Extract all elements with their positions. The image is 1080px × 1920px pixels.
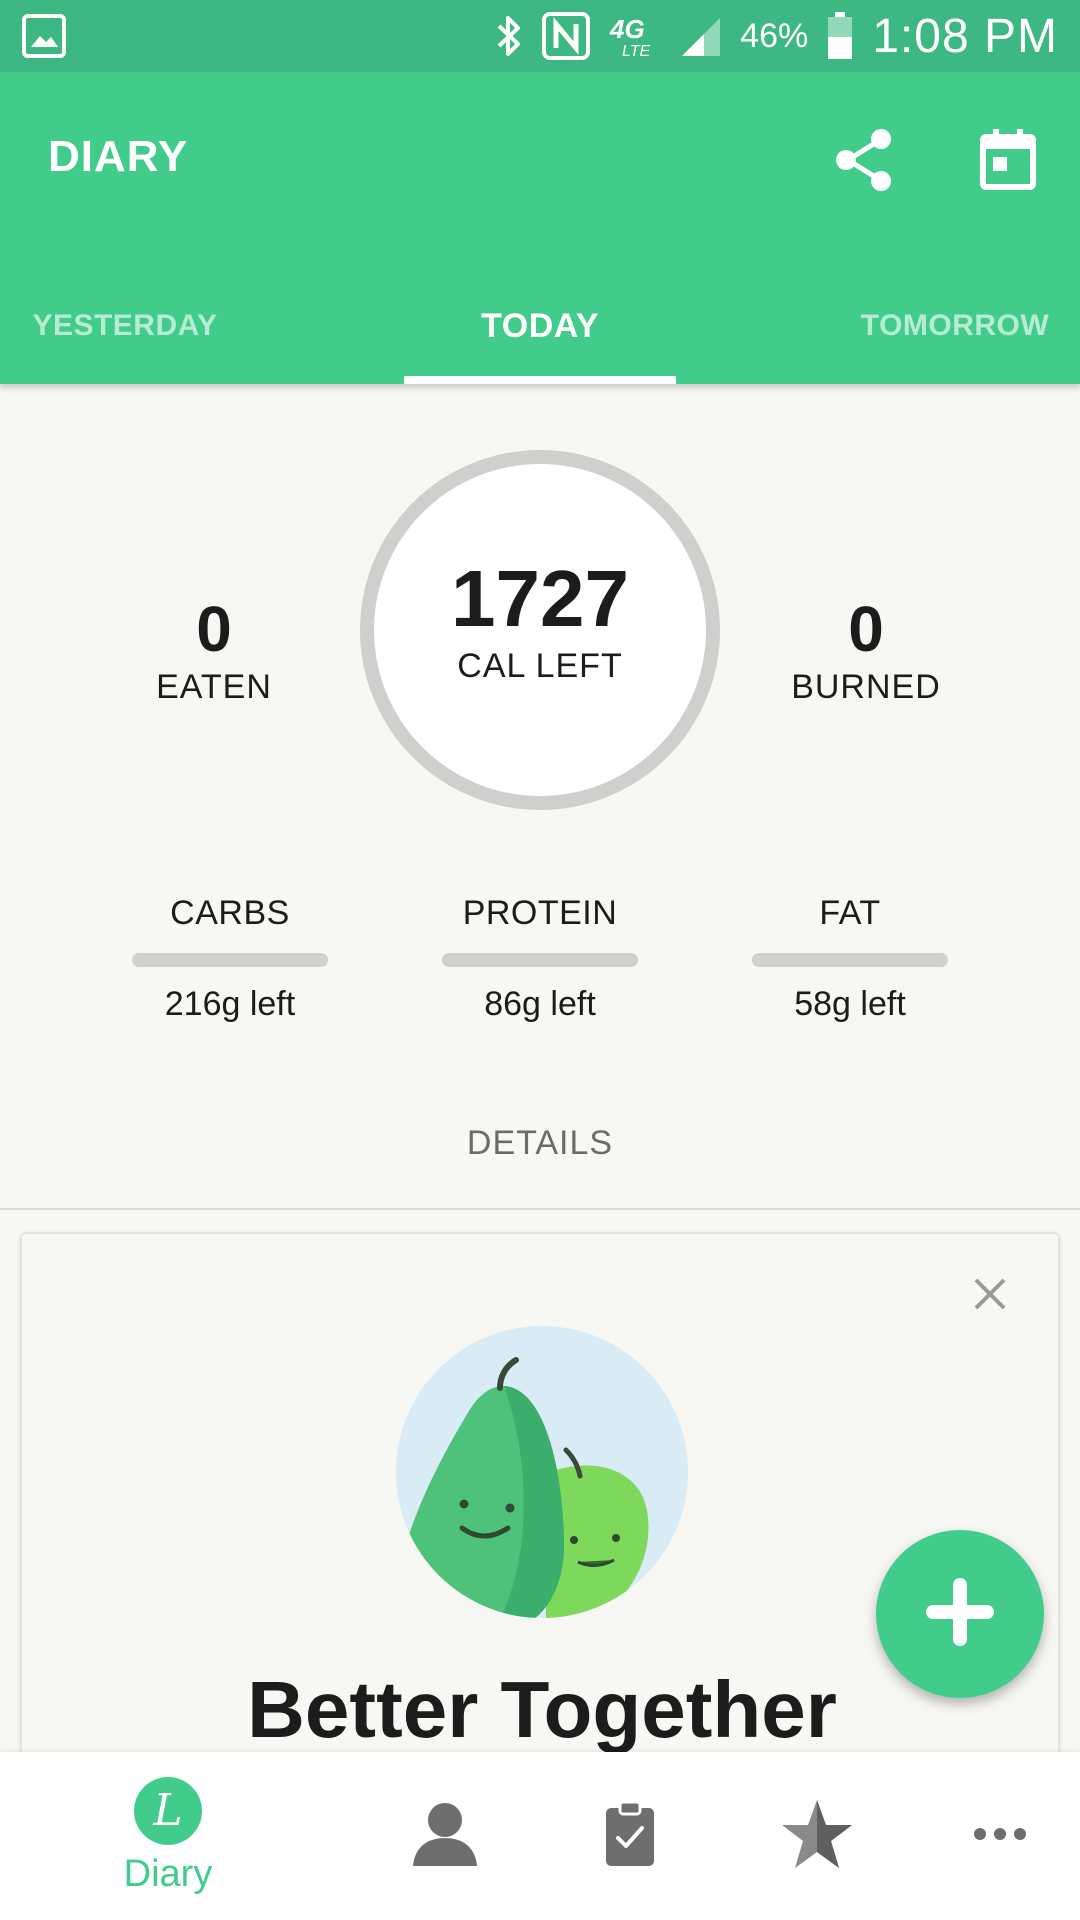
burned-stat: 0 BURNED xyxy=(746,594,986,707)
share-button[interactable] xyxy=(824,122,904,202)
macro-progress-bar xyxy=(752,953,948,967)
status-time: 1:08 PM xyxy=(872,9,1058,63)
lte-icon: 4G LTE xyxy=(608,12,660,60)
share-icon xyxy=(834,128,894,197)
calendar-button[interactable] xyxy=(968,122,1048,202)
add-food-button[interactable] xyxy=(876,1530,1044,1698)
app-header: DIARY YESTERDAY TODAY TOMORROW xyxy=(0,72,1080,384)
battery-percent: 46% xyxy=(740,16,809,55)
tab-tomorrow[interactable]: TOMORROW xyxy=(830,268,1080,384)
status-bar: 4G LTE 46% 1:08 PM xyxy=(0,0,1080,72)
macro-progress-bar xyxy=(132,953,328,967)
battery-icon xyxy=(826,12,854,60)
close-icon xyxy=(970,1274,1010,1319)
gallery-icon xyxy=(22,14,66,58)
bottom-navigation: L Diary xyxy=(0,1752,1080,1920)
pear-and-apple-illustration xyxy=(396,1326,688,1618)
cal-left-label: CAL LEFT xyxy=(457,646,623,685)
nav-diary[interactable]: L Diary xyxy=(88,1752,248,1920)
svg-text:4G: 4G xyxy=(609,14,645,44)
macro-name: FAT xyxy=(819,894,881,932)
macro-name: PROTEIN xyxy=(462,894,618,932)
calorie-ring[interactable]: 1727 CAL LEFT xyxy=(360,450,720,810)
details-button[interactable]: DETAILS xyxy=(390,1124,690,1163)
day-tabs: YESTERDAY TODAY TOMORROW xyxy=(0,268,1080,384)
promo-title: Better Together xyxy=(247,1665,837,1754)
eaten-stat: 0 EATEN xyxy=(94,594,334,707)
signal-icon xyxy=(678,14,722,58)
profile-icon xyxy=(411,1800,479,1873)
favorites-star-icon xyxy=(780,1798,854,1875)
macro-progress-bar xyxy=(442,953,638,967)
svg-text:LTE: LTE xyxy=(622,43,650,60)
nav-profile[interactable] xyxy=(400,1752,490,1920)
tab-today[interactable]: TODAY xyxy=(404,268,676,384)
diary-icon: L xyxy=(134,1776,202,1845)
macro-name: CARBS xyxy=(170,894,290,932)
nav-diary-label: Diary xyxy=(123,1852,213,1895)
burned-value: 0 xyxy=(848,593,884,665)
macro-remaining: 216g left xyxy=(164,985,296,1023)
eaten-value: 0 xyxy=(196,593,232,665)
nav-more[interactable] xyxy=(960,1752,1040,1920)
promo-card: Better Together xyxy=(20,1232,1060,1772)
tab-yesterday[interactable]: YESTERDAY xyxy=(0,268,250,384)
macro-carbs: CARBS 216g left xyxy=(130,894,330,1024)
macro-remaining: 86g left xyxy=(484,985,596,1023)
macro-fat: FAT 58g left xyxy=(750,894,950,1024)
nav-plans[interactable] xyxy=(590,1752,670,1920)
more-icon xyxy=(973,1827,1027,1846)
active-tab-indicator xyxy=(404,376,676,384)
calorie-summary: 0 EATEN 1727 CAL LEFT 0 BURNED CARBS 216… xyxy=(0,384,1080,1210)
bluetooth-icon xyxy=(494,14,524,58)
macro-remaining: 58g left xyxy=(794,985,906,1023)
nav-favorites[interactable] xyxy=(772,1752,862,1920)
page-title: DIARY xyxy=(48,132,189,181)
plans-clipboard-icon xyxy=(604,1800,656,1873)
calendar-icon xyxy=(979,128,1037,196)
plus-icon xyxy=(922,1574,998,1655)
burned-label: BURNED xyxy=(791,668,941,706)
eaten-label: EATEN xyxy=(156,668,272,706)
nfc-icon xyxy=(542,12,591,60)
cal-left-value: 1727 xyxy=(451,553,629,643)
macro-protein: PROTEIN 86g left xyxy=(440,894,640,1024)
close-button[interactable] xyxy=(966,1272,1014,1320)
